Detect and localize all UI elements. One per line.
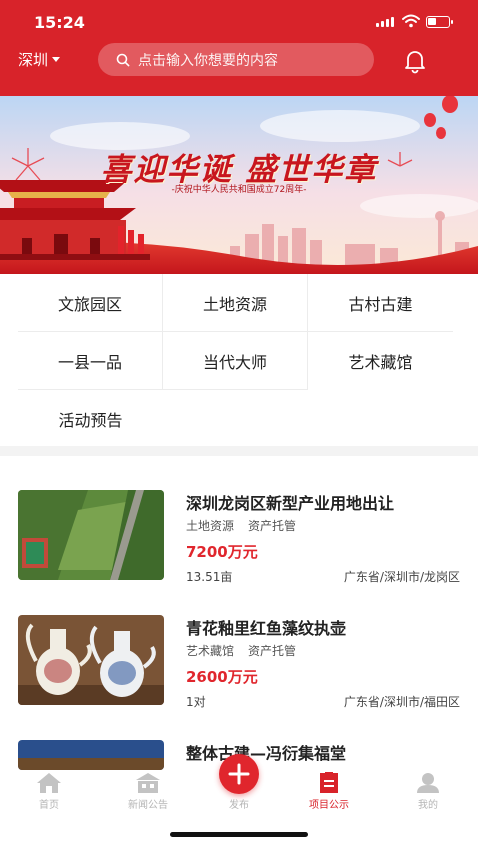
news-icon (136, 773, 160, 793)
listing-title: 深圳龙岗区新型产业用地出让 (186, 494, 395, 513)
listing-tag: 资产托管 (248, 519, 297, 533)
listing-tags: 艺术藏馆 资产托管 (186, 642, 296, 659)
listing-item[interactable]: 青花釉里红鱼藻纹执壶 艺术藏馆 资产托管 2600万元 1对 广东省/深圳市/福… (18, 615, 460, 709)
listing-price: 2600万元 (186, 668, 258, 686)
tab-publish[interactable]: 发布 (194, 754, 284, 820)
category-item[interactable]: 文旅园区 (18, 274, 163, 332)
listing-thumbnail (18, 490, 164, 580)
listing-title: 青花釉里红鱼藻纹执壶 (186, 619, 347, 638)
caret-down-icon (52, 57, 61, 62)
status-time: 15:24 (34, 13, 85, 32)
listing-tag: 艺术藏馆 (186, 644, 235, 658)
listing-location: 广东省/深圳市/龙岗区 (343, 570, 460, 584)
listing-tag: 资产托管 (248, 644, 297, 658)
category-item[interactable]: 艺术藏馆 (308, 332, 453, 390)
plus-icon (228, 763, 250, 785)
banner-subtitle: -庆祝中华人民共和国成立72周年- (171, 185, 307, 195)
tab-label: 项目公示 (309, 800, 349, 811)
status-bar: 15:24 (0, 0, 478, 44)
category-item[interactable]: 古村古建 (308, 274, 453, 332)
home-icon (37, 773, 61, 793)
listing-item[interactable]: 深圳龙岗区新型产业用地出让 土地资源 资产托管 7200万元 13.51亩 广东… (18, 490, 460, 584)
tab-label: 我的 (418, 800, 438, 811)
tab-home[interactable]: 首页 (4, 770, 94, 820)
project-icon (320, 772, 338, 793)
listing-tags: 土地资源 资产托管 (186, 517, 296, 534)
listing-title: 整体古建—冯衍集福堂 (186, 744, 347, 763)
tab-news[interactable]: 新闻公告 (103, 770, 193, 820)
category-item[interactable]: 活动预告 (18, 390, 163, 448)
section-divider (0, 446, 478, 456)
header: 15:24 深圳 点击输入你想要的内容 (0, 0, 478, 96)
listing-tag: 土地资源 (186, 519, 235, 533)
tab-mine[interactable]: 我的 (383, 770, 473, 820)
listing-size: 1对 (186, 695, 206, 709)
city-selector[interactable]: 深圳 (18, 49, 61, 70)
listing-thumbnail (18, 615, 164, 705)
category-item[interactable]: 一县一品 (18, 332, 163, 390)
listing-size: 13.51亩 (186, 570, 233, 584)
listing-price: 7200万元 (186, 543, 258, 561)
tab-label: 发布 (229, 800, 249, 811)
category-grid: 文旅园区 土地资源 古村古建 一县一品 当代大师 艺术藏馆 活动预告 (18, 274, 454, 448)
bottom-tab-bar: 首页 新闻公告 发布 项目公示 我的 (0, 754, 478, 850)
listing-location: 广东省/深圳市/福田区 (343, 695, 460, 709)
search-input[interactable]: 点击输入你想要的内容 (98, 43, 374, 76)
listing-thumbnail (18, 740, 164, 770)
promo-banner[interactable]: 喜迎华诞 盛世华章 -庆祝中华人民共和国成立72周年- (0, 96, 478, 274)
tab-projects[interactable]: 项目公示 (284, 770, 374, 820)
category-item[interactable]: 当代大师 (163, 332, 308, 390)
bell-icon[interactable] (402, 48, 428, 74)
search-icon (116, 53, 130, 66)
search-placeholder: 点击输入你想要的内容 (138, 52, 278, 69)
battery-icon (426, 16, 453, 28)
home-indicator (170, 832, 308, 837)
category-item[interactable]: 土地资源 (163, 274, 308, 332)
tab-label: 新闻公告 (128, 800, 168, 811)
signal-icon (376, 17, 394, 27)
wifi-icon (402, 14, 420, 28)
publish-button[interactable] (219, 754, 259, 794)
city-label: 深圳 (18, 51, 49, 69)
tab-label: 首页 (39, 800, 59, 811)
user-icon (417, 773, 439, 793)
